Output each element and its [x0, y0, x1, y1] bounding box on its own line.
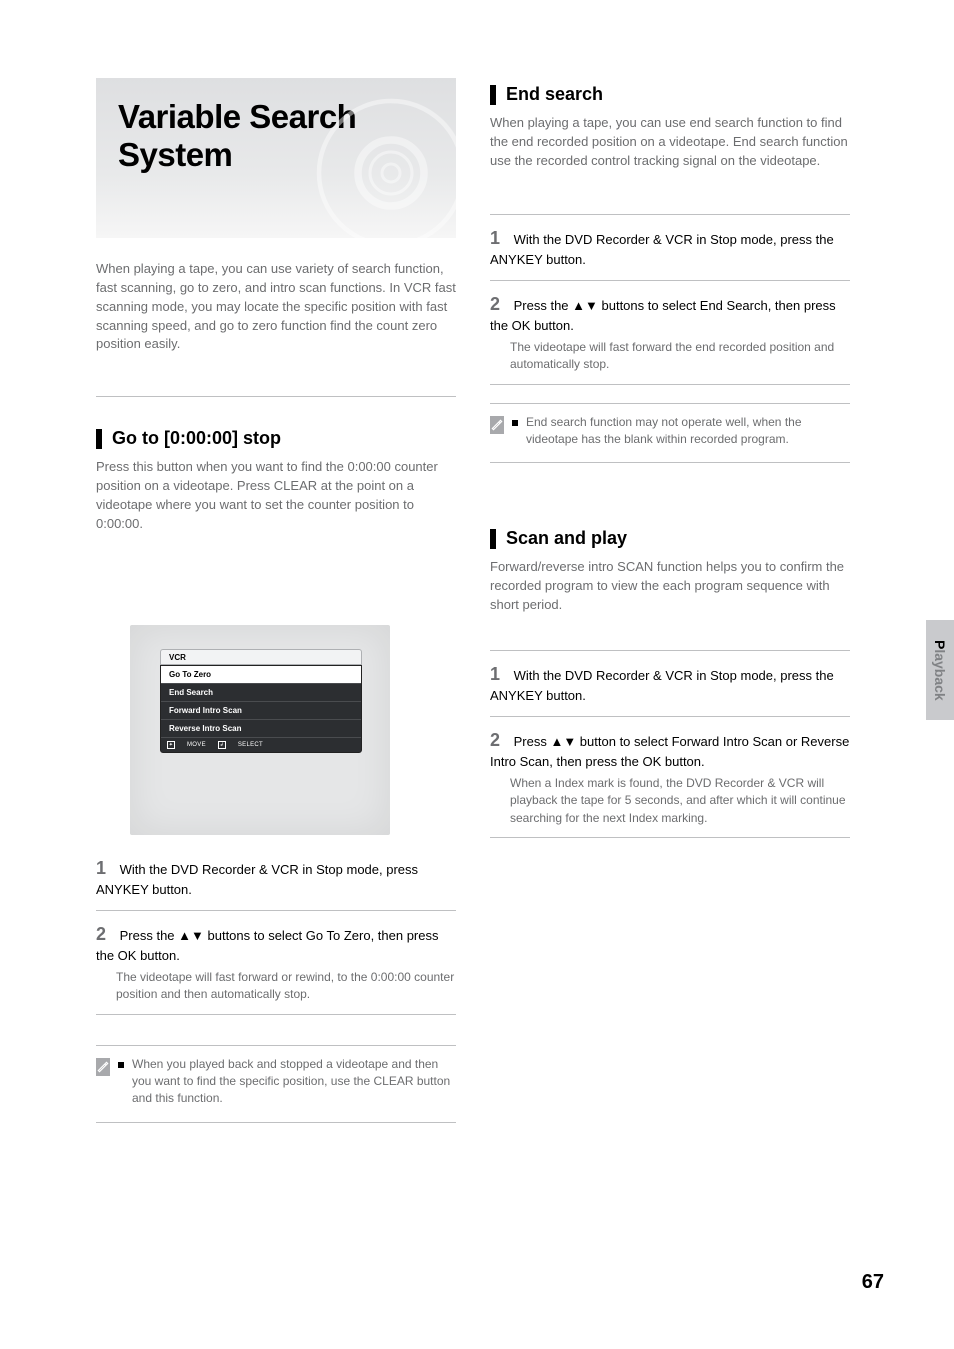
step: 2 Press the ▲▼ buttons to select End Sea…: [490, 291, 850, 374]
note-text: When you played back and stopped a video…: [132, 1056, 456, 1108]
step-text: With the DVD Recorder & VCR in Stop mode…: [490, 232, 834, 267]
steps-scan-and-play: 1 With the DVD Recorder & VCR in Stop mo…: [490, 640, 850, 848]
step-number: 2: [490, 727, 510, 753]
divider: [96, 910, 456, 911]
section-heading-end-search: End search: [490, 84, 850, 105]
note-icon: [96, 1058, 110, 1076]
step: 2 Press ▲▼ button to select Forward Intr…: [490, 727, 850, 827]
steps-go-to-zero: 1 With the DVD Recorder & VCR in Stop mo…: [96, 855, 456, 1133]
menu-header: VCR: [160, 649, 362, 665]
heading-bar-icon: [490, 529, 496, 549]
step-subtext: The videotape will fast forward the end …: [510, 339, 850, 374]
heading-text: End search: [506, 84, 603, 105]
step-subtext: The videotape will fast forward or rewin…: [116, 969, 456, 1004]
section-desc-end-search: When playing a tape, you can use end sea…: [490, 114, 850, 171]
page-number: 67: [862, 1271, 884, 1294]
step-number: 2: [490, 291, 510, 317]
heading-bar-icon: [490, 85, 496, 105]
section-desc-scan-and-play: Forward/reverse intro SCAN function help…: [490, 558, 850, 615]
step-text: With the DVD Recorder & VCR in Stop mode…: [96, 862, 418, 897]
side-tab-label: Playback: [932, 640, 948, 701]
step-subtext: When a Index mark is found, the DVD Reco…: [510, 775, 850, 827]
step-text: With the DVD Recorder & VCR in Stop mode…: [490, 668, 834, 703]
menu-item: Go To Zero: [161, 666, 361, 684]
intro-text: When playing a tape, you can use variety…: [96, 260, 456, 354]
step-number: 1: [96, 855, 116, 881]
menu-item: End Search: [161, 684, 361, 702]
section-heading-go-to-zero: Go to [0:00:00] stop: [96, 428, 456, 449]
divider: [490, 403, 850, 404]
vcr-menu-screenshot: VCR Go To Zero End Search Forward Intro …: [130, 625, 390, 835]
heading-text: Go to [0:00:00] stop: [112, 428, 281, 449]
note: When you played back and stopped a video…: [96, 1056, 456, 1108]
divider: [96, 396, 456, 397]
section-desc-go-to-zero: Press this button when you want to find …: [96, 458, 456, 533]
move-label: MOVE: [187, 742, 206, 748]
bullet-icon: [512, 420, 518, 426]
divider: [490, 837, 850, 838]
move-icon: ✦: [167, 741, 175, 749]
section-heading-scan-and-play: Scan and play: [490, 528, 850, 549]
step-number: 1: [490, 661, 510, 687]
menu-item: Reverse Intro Scan: [161, 720, 361, 738]
divider: [490, 462, 850, 463]
disc-graphic: [316, 98, 466, 248]
note-icon: [490, 416, 504, 434]
step-number: 1: [490, 225, 510, 251]
heading-bar-icon: [96, 429, 102, 449]
divider: [490, 384, 850, 385]
steps-end-search: 1 With the DVD Recorder & VCR in Stop mo…: [490, 204, 850, 473]
select-icon: ↲: [218, 741, 226, 749]
divider: [490, 716, 850, 717]
title-card: Variable Search System: [96, 78, 456, 238]
side-tab-playback: Playback: [926, 620, 954, 720]
step: 1 With the DVD Recorder & VCR in Stop mo…: [96, 855, 456, 900]
divider: [490, 214, 850, 215]
divider: [490, 280, 850, 281]
divider: [490, 650, 850, 651]
step-text: Press the ▲▼ buttons to select End Searc…: [490, 298, 836, 333]
menu-footer: ✦ MOVE ↲ SELECT: [161, 738, 361, 752]
select-label: SELECT: [238, 742, 263, 748]
divider: [96, 1122, 456, 1123]
note: End search function may not operate well…: [490, 414, 850, 449]
menu-body: Go To Zero End Search Forward Intro Scan…: [160, 665, 362, 753]
divider: [96, 1014, 456, 1015]
step: 1 With the DVD Recorder & VCR in Stop mo…: [490, 225, 850, 270]
step-text: Press ▲▼ button to select Forward Intro …: [490, 734, 849, 769]
step: 1 With the DVD Recorder & VCR in Stop mo…: [490, 661, 850, 706]
step: 2 Press the ▲▼ buttons to select Go To Z…: [96, 921, 456, 1004]
note-text: End search function may not operate well…: [526, 414, 850, 449]
bullet-icon: [118, 1062, 124, 1068]
step-number: 2: [96, 921, 116, 947]
step-text: Press the ▲▼ buttons to select Go To Zer…: [96, 928, 439, 963]
divider: [96, 1045, 456, 1046]
menu-item: Forward Intro Scan: [161, 702, 361, 720]
heading-text: Scan and play: [506, 528, 627, 549]
